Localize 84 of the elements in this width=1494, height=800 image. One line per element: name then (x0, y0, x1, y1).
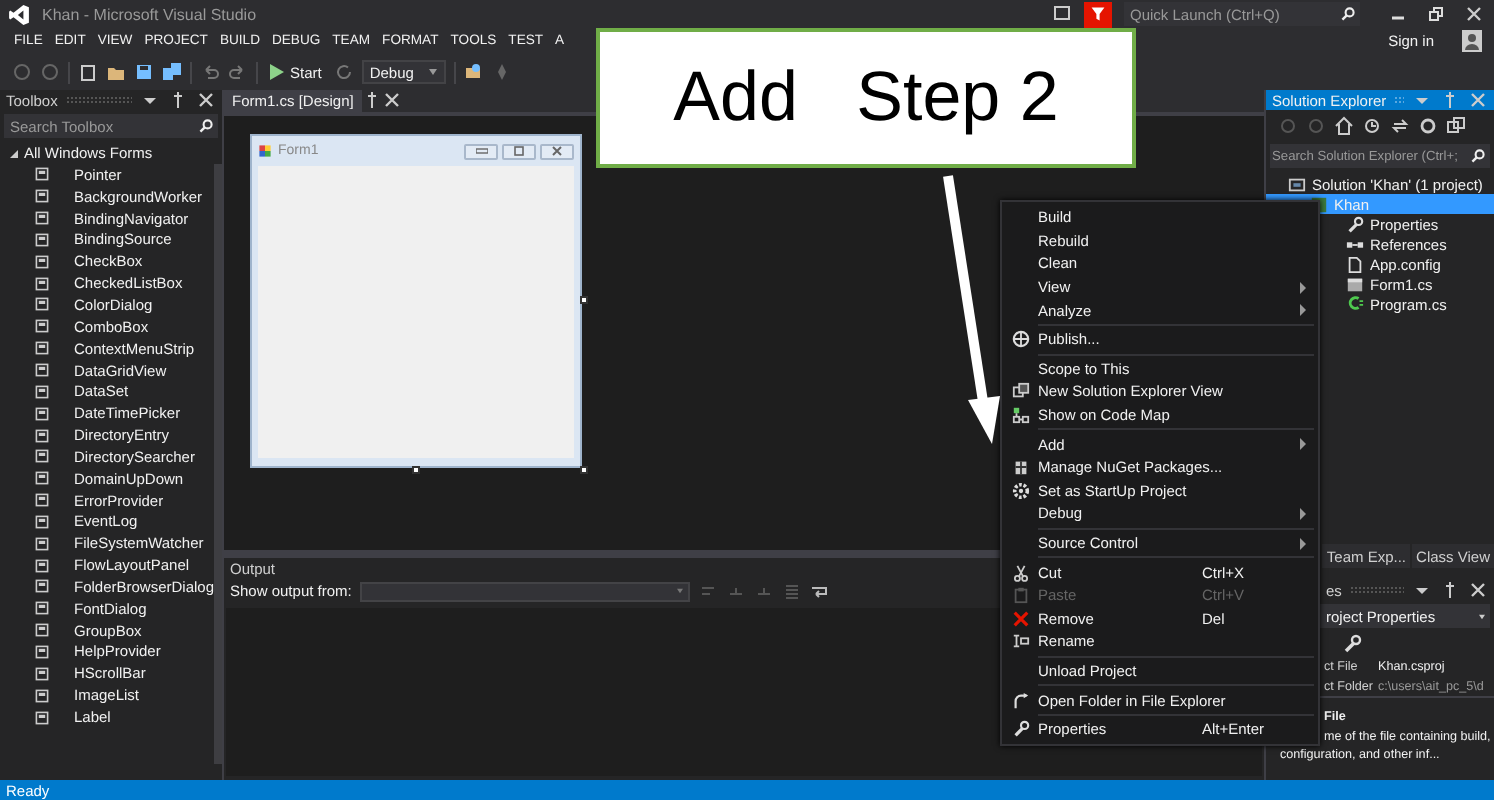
expander-icon[interactable] (10, 149, 18, 157)
control-icon (34, 210, 50, 227)
document-icon (1346, 255, 1364, 273)
control-icon (34, 622, 50, 639)
close-icon[interactable] (1468, 580, 1488, 600)
person-icon[interactable] (1462, 30, 1482, 52)
control-icon (34, 513, 50, 530)
wrench-icon (1011, 720, 1029, 739)
control-icon (34, 253, 50, 270)
funnel-button[interactable] (1084, 1, 1112, 27)
maximize-button[interactable] (502, 143, 536, 159)
find-icon[interactable] (463, 62, 484, 82)
windows-icon (1011, 382, 1029, 401)
control-icon (34, 383, 50, 400)
clipboard-icon (1011, 586, 1029, 605)
control-icon (34, 687, 50, 704)
form-icon (1346, 275, 1364, 293)
close-icon[interactable] (1464, 4, 1484, 24)
minimize-button[interactable] (464, 143, 498, 159)
control-icon (34, 492, 50, 509)
control-icon (34, 448, 50, 465)
vs-logo-icon (8, 3, 30, 25)
globe-icon (1011, 330, 1029, 349)
sync-icon[interactable] (1390, 115, 1410, 135)
caret-icon (1478, 613, 1486, 619)
folder-icon[interactable] (106, 62, 126, 82)
control-icon (34, 665, 50, 682)
undo-icon[interactable] (200, 62, 220, 82)
control-icon (34, 166, 50, 183)
wrench-icon[interactable] (1342, 634, 1362, 654)
control-icon (34, 557, 50, 574)
minimize-icon (475, 148, 487, 154)
control-icon (34, 405, 50, 422)
control-icon (34, 231, 50, 248)
control-icon (34, 643, 50, 660)
wrench-icon (1346, 215, 1364, 233)
control-icon (34, 427, 50, 444)
search-icon (1470, 148, 1486, 164)
window-title: Khan - Microsoft Visual Studio (42, 5, 257, 23)
control-icon (34, 296, 50, 313)
save-all-icon[interactable] (162, 62, 182, 82)
scissors-icon (1011, 563, 1029, 582)
control-icon (34, 188, 50, 205)
control-icon (34, 578, 50, 595)
scrollbar[interactable] (214, 164, 222, 764)
control-icon (34, 275, 50, 292)
callout-box: Add Step 2 (596, 28, 1136, 168)
close-icon[interactable] (196, 90, 216, 110)
resize-handle[interactable] (412, 466, 420, 474)
caret-icon (427, 68, 438, 76)
restore-icon[interactable] (1426, 4, 1446, 24)
caret-icon (675, 588, 684, 594)
package-icon (1011, 458, 1029, 477)
word-wrap-icon[interactable] (809, 581, 830, 601)
control-icon (34, 709, 50, 726)
home-icon[interactable] (1334, 115, 1354, 135)
rename-icon (1011, 632, 1029, 651)
new-project-icon[interactable] (78, 62, 98, 82)
control-icon (34, 535, 50, 552)
history-icon[interactable] (1362, 115, 1382, 135)
resize-handle[interactable] (580, 466, 588, 474)
control-icon (34, 318, 50, 335)
search-icon (1340, 6, 1356, 22)
save-icon[interactable] (134, 62, 154, 82)
x-icon (1011, 609, 1029, 628)
gear-icon (1011, 481, 1029, 500)
csharp-icon (1346, 293, 1364, 315)
control-icon (34, 470, 50, 487)
control-icon (34, 600, 50, 617)
form-icon (258, 144, 272, 158)
resize-handle[interactable] (580, 296, 588, 304)
play-icon (270, 64, 284, 80)
close-icon (552, 146, 562, 156)
search-icon (198, 118, 214, 134)
close-button[interactable] (540, 143, 574, 159)
redo-icon[interactable] (228, 62, 248, 82)
nodes-icon (1011, 406, 1029, 425)
curved-arrow-icon (1011, 691, 1029, 710)
close-icon[interactable] (381, 90, 402, 110)
control-icon (34, 340, 50, 357)
funnel-icon (1090, 6, 1106, 22)
maximize-icon (514, 146, 524, 156)
control-icon (34, 362, 50, 379)
solution-icon (1288, 175, 1306, 193)
